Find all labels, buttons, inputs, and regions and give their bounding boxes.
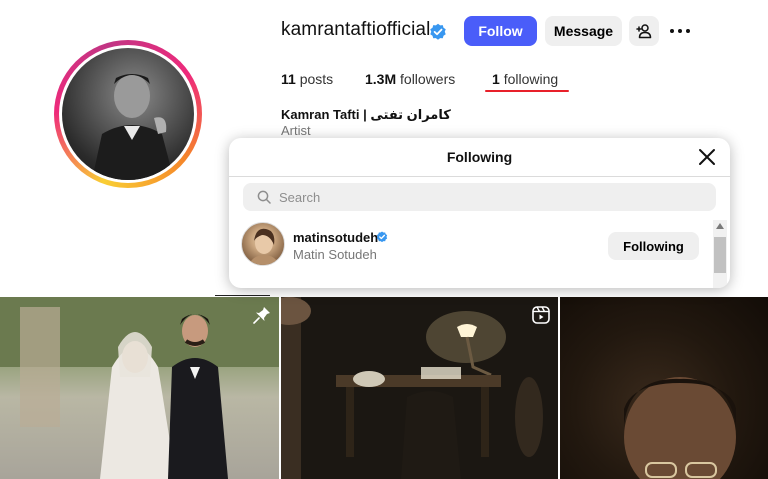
following-count-label: following <box>503 71 559 87</box>
follow-button[interactable]: Follow <box>464 16 537 46</box>
message-button[interactable]: Message <box>545 16 622 46</box>
post-thumbnail-1-image <box>0 297 279 479</box>
verified-badge-icon <box>430 23 446 40</box>
add-user-button[interactable] <box>629 16 659 46</box>
search-input[interactable] <box>279 183 699 211</box>
user-full-name: Matin Sotudeh <box>293 247 377 262</box>
followers-count-value: 1.3M <box>365 71 397 87</box>
following-button[interactable]: Following <box>608 232 699 260</box>
profile-avatar-ring[interactable] <box>54 40 202 188</box>
modal-scrollbar[interactable] <box>713 220 727 288</box>
following-highlight-underline <box>485 90 569 92</box>
search-box[interactable] <box>243 183 716 211</box>
profile-avatar-portrait <box>92 74 174 180</box>
user-avatar-portrait <box>248 228 280 265</box>
close-icon[interactable] <box>697 147 717 167</box>
search-icon <box>257 190 271 204</box>
user-avatar[interactable] <box>241 222 285 266</box>
scroll-up-arrow-icon[interactable] <box>716 223 724 229</box>
list-item[interactable]: matinsotudeh Matin Sotudeh Following <box>229 220 713 270</box>
following-count-value: 1 <box>492 71 500 87</box>
followers-link[interactable]: 1.3M followers <box>365 71 455 87</box>
profile-avatar <box>62 48 194 180</box>
posts-tab-indicator <box>215 295 270 296</box>
reel-icon <box>532 306 550 324</box>
profile-category: Artist <box>281 123 311 138</box>
post-thumbnail-1[interactable] <box>0 297 279 479</box>
more-options-icon[interactable] <box>668 19 692 43</box>
profile-full-name: Kamran Tafti | کامران تفتی <box>281 107 451 122</box>
post-thumbnail-3[interactable] <box>560 297 768 479</box>
verified-badge-icon <box>376 231 388 243</box>
scrollbar-thumb[interactable] <box>714 237 726 273</box>
following-modal: Following matinsotudeh Matin Sotudeh Fol… <box>229 138 730 288</box>
post-thumbnail-2[interactable] <box>281 297 558 479</box>
following-link[interactable]: 1 following <box>492 71 558 87</box>
profile-username: kamrantaftiofficial <box>281 19 431 40</box>
add-user-icon <box>636 24 652 39</box>
modal-title: Following <box>446 149 513 165</box>
posts-count-label: posts <box>299 71 334 87</box>
posts-count: 11 posts <box>281 71 333 87</box>
post-thumbnail-2-image <box>281 297 543 479</box>
post-thumbnail-3-image <box>624 377 736 479</box>
pin-icon <box>253 307 270 324</box>
user-handle[interactable]: matinsotudeh <box>293 230 378 245</box>
posts-count-value: 11 <box>281 71 296 87</box>
modal-header-divider <box>229 176 730 177</box>
followers-count-label: followers <box>400 71 456 87</box>
profile-avatar-border <box>59 45 197 183</box>
